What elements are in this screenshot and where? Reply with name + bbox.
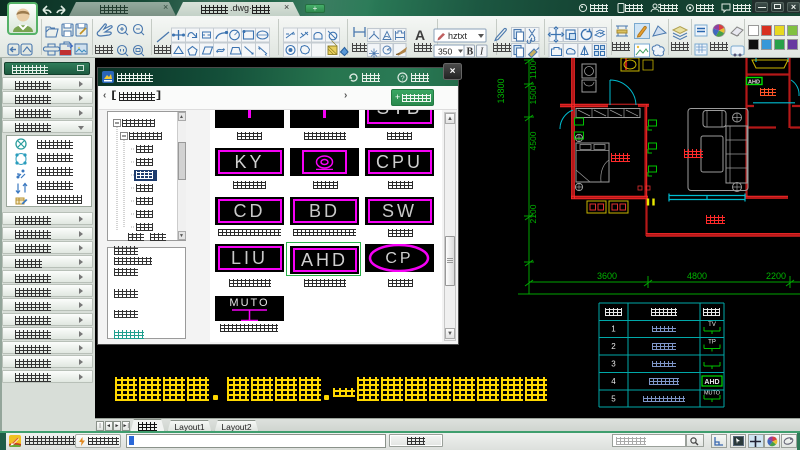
- svg-text:I: I: [479, 46, 484, 57]
- svg-text:4800: 4800: [687, 271, 707, 281]
- svg-text:13800: 13800: [496, 78, 506, 103]
- svg-text:MUTO: MUTO: [704, 391, 721, 397]
- svg-text:2: 2: [611, 342, 616, 351]
- svg-text:B: B: [467, 46, 474, 57]
- svg-text:AHD: AHD: [704, 379, 719, 386]
- svg-text:1100: 1100: [528, 61, 538, 80]
- svg-text:3: 3: [611, 360, 616, 369]
- svg-text:2200: 2200: [766, 271, 786, 281]
- svg-text:350: 350: [438, 46, 452, 56]
- svg-text:2100: 2100: [528, 204, 538, 223]
- svg-text:A: A: [415, 27, 425, 43]
- svg-text:AHD: AHD: [748, 80, 760, 86]
- svg-text:4500: 4500: [528, 131, 538, 150]
- svg-text:5: 5: [611, 395, 616, 404]
- svg-text:hztxt: hztxt: [448, 31, 468, 41]
- svg-text:1500: 1500: [528, 85, 538, 104]
- svg-text:TV: TV: [708, 322, 716, 328]
- svg-text:3600: 3600: [597, 271, 617, 281]
- svg-text:4: 4: [611, 377, 616, 386]
- svg-text:TP: TP: [708, 340, 716, 346]
- svg-text:1: 1: [611, 325, 616, 334]
- svg-text:?: ?: [401, 73, 405, 82]
